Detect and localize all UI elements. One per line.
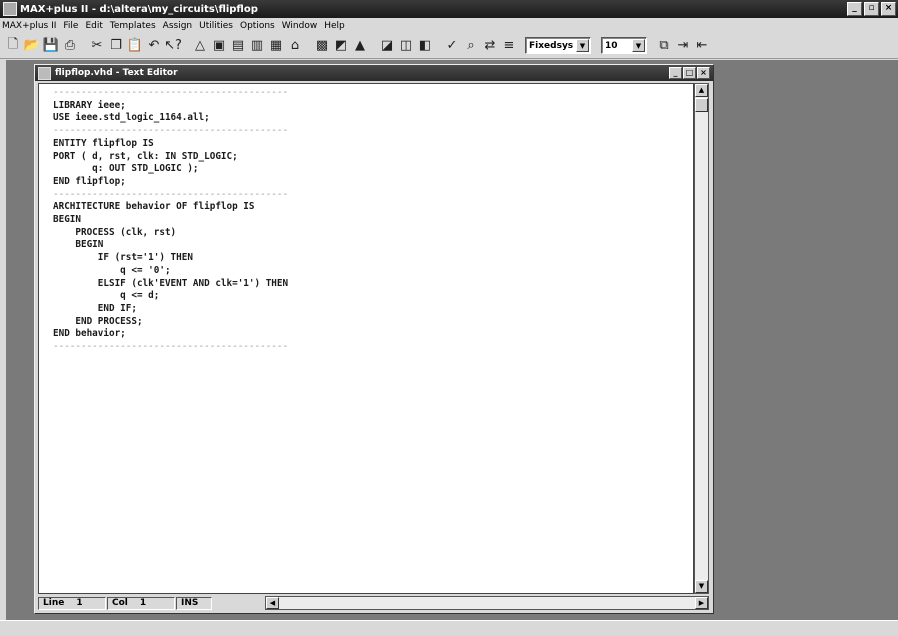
font-select[interactable]: Fixedsys ▼ bbox=[525, 37, 591, 54]
indent-icon[interactable]: ⇥ bbox=[674, 37, 692, 55]
code-line: END behavior; bbox=[53, 328, 126, 340]
floorplan-icon[interactable]: ▩ bbox=[313, 37, 331, 55]
font-icon[interactable]: ≡ bbox=[500, 37, 518, 55]
check-icon[interactable]: ✓ bbox=[443, 37, 461, 55]
menu-options[interactable]: Options bbox=[240, 21, 275, 31]
cut-icon[interactable]: ✂ bbox=[88, 37, 106, 55]
close-button[interactable]: × bbox=[881, 2, 896, 16]
programmer-icon[interactable]: ⌂ bbox=[286, 37, 304, 55]
undo-icon[interactable]: ↶ bbox=[145, 37, 163, 55]
simulate-icon[interactable]: ▤ bbox=[229, 37, 247, 55]
line-indicator: Line 1 bbox=[38, 596, 106, 610]
menu-templates[interactable]: Templates bbox=[110, 21, 156, 31]
scroll-down-icon[interactable]: ▼ bbox=[695, 580, 708, 593]
code-line: END PROCESS; bbox=[53, 315, 143, 327]
replace-icon[interactable]: ⇄ bbox=[481, 37, 499, 55]
open-icon[interactable]: 📂 bbox=[23, 37, 41, 55]
menu-edit[interactable]: Edit bbox=[85, 21, 102, 31]
help-pointer-icon[interactable]: ↖? bbox=[164, 37, 182, 55]
chevron-down-icon[interactable]: ▼ bbox=[632, 39, 645, 52]
line-label: Line bbox=[43, 598, 65, 608]
open-file-icon[interactable]: ◫ bbox=[397, 37, 415, 55]
mdi-workspace: flipflop.vhd - Text Editor _ □ × -------… bbox=[6, 60, 898, 620]
page-icon[interactable]: ⧉ bbox=[655, 37, 673, 55]
save-all-icon[interactable]: ◧ bbox=[416, 37, 434, 55]
symbol-icon[interactable]: ◩ bbox=[332, 37, 350, 55]
code-line: ELSIF (clk'EVENT AND clk='1') THEN bbox=[53, 277, 289, 289]
editor-maximize-button[interactable]: □ bbox=[683, 67, 696, 79]
code-editor[interactable]: ----------------------------------------… bbox=[38, 83, 694, 594]
code-line: ARCHITECTURE behavior OF flipflop IS bbox=[53, 201, 255, 213]
code-line: q <= '0'; bbox=[53, 264, 171, 276]
code-separator-line: ----------------------------------------… bbox=[53, 87, 289, 98]
menu-help[interactable]: Help bbox=[324, 21, 345, 31]
code-line: BEGIN bbox=[53, 214, 81, 226]
scroll-thumb[interactable] bbox=[695, 98, 708, 112]
code-line: q <= d; bbox=[53, 290, 160, 302]
save-icon[interactable]: 💾 bbox=[42, 37, 60, 55]
timing-icon[interactable]: ▥ bbox=[248, 37, 266, 55]
horizontal-scrollbar[interactable]: ◀ ▶ bbox=[265, 596, 709, 610]
document-icon bbox=[38, 66, 51, 80]
col-label: Col bbox=[112, 598, 128, 608]
app-title: MAX+plus II - d:\altera\my_circuits\flip… bbox=[20, 3, 258, 15]
scroll-right-icon[interactable]: ▶ bbox=[695, 597, 708, 609]
toolbar: 🗋 📂 💾 ⎙ ✂ ❐ 📋 ↶ ↖? △ ▣ ▤ ▥ ▦ ⌂ ▩ ◩ ▲ ◪ ◫… bbox=[0, 33, 898, 59]
editor-status-bar: Line 1 Col 1 INS ◀ ▶ bbox=[38, 595, 709, 611]
code-text: ----------------------------------------… bbox=[39, 84, 693, 354]
menu-assign[interactable]: Assign bbox=[163, 21, 192, 31]
code-line: PORT ( d, rst, clk: IN STD_LOGIC; bbox=[53, 150, 238, 162]
chevron-down-icon[interactable]: ▼ bbox=[576, 39, 589, 52]
col-indicator: Col 1 bbox=[107, 596, 175, 610]
mode-label: INS bbox=[181, 598, 199, 608]
code-line: LIBRARY ieee; bbox=[53, 99, 126, 111]
code-line: ENTITY flipflop IS bbox=[53, 137, 154, 149]
code-line: USE ieee.std_logic_1164.all; bbox=[53, 112, 210, 124]
menu-bar: MAX+plus II File Edit Templates Assign U… bbox=[0, 18, 898, 33]
new-file-icon[interactable]: 🗋 bbox=[4, 37, 22, 55]
editor-title: flipflop.vhd - Text Editor bbox=[55, 68, 178, 78]
copy-icon[interactable]: ❐ bbox=[107, 37, 125, 55]
restore-button[interactable]: ▫ bbox=[864, 2, 879, 16]
editor-title-bar: flipflop.vhd - Text Editor _ □ × bbox=[35, 65, 713, 81]
minimize-button[interactable]: _ bbox=[847, 2, 862, 16]
menu-window[interactable]: Window bbox=[282, 21, 318, 31]
find-icon[interactable]: ⌕ bbox=[462, 37, 480, 55]
size-select[interactable]: 10 ▼ bbox=[601, 37, 647, 54]
text-editor-window: flipflop.vhd - Text Editor _ □ × -------… bbox=[34, 64, 714, 614]
code-line: q: OUT STD_LOGIC ); bbox=[53, 163, 199, 175]
vertical-scrollbar[interactable]: ▲ ▼ bbox=[694, 83, 709, 594]
code-separator-line: ----------------------------------------… bbox=[53, 188, 289, 200]
app-icon bbox=[3, 2, 17, 16]
insert-mode-indicator: INS bbox=[176, 596, 212, 610]
code-separator-line: ----------------------------------------… bbox=[53, 341, 289, 353]
code-line: IF (rst='1') THEN bbox=[53, 252, 193, 264]
outdent-icon[interactable]: ⇤ bbox=[693, 37, 711, 55]
scroll-up-icon[interactable]: ▲ bbox=[695, 84, 708, 97]
hierarchy-icon[interactable]: △ bbox=[191, 37, 209, 55]
code-line: PROCESS (clk, rst) bbox=[53, 226, 177, 238]
waveform-icon[interactable]: ▦ bbox=[267, 37, 285, 55]
font-select-value: Fixedsys bbox=[529, 40, 574, 51]
text-icon[interactable]: ▲ bbox=[351, 37, 369, 55]
code-line: END IF; bbox=[53, 302, 137, 314]
app-status-bar bbox=[0, 620, 898, 636]
size-select-value: 10 bbox=[605, 40, 618, 51]
menu-utilities[interactable]: Utilities bbox=[199, 21, 233, 31]
menu-file[interactable]: File bbox=[63, 21, 78, 31]
code-line: BEGIN bbox=[53, 239, 104, 251]
editor-close-button[interactable]: × bbox=[697, 67, 710, 79]
paste-icon[interactable]: 📋 bbox=[126, 37, 144, 55]
print-icon[interactable]: ⎙ bbox=[61, 37, 79, 55]
col-value: 1 bbox=[139, 598, 147, 608]
compile-icon[interactable]: ▣ bbox=[210, 37, 228, 55]
editor-minimize-button[interactable]: _ bbox=[669, 67, 682, 79]
menu-maxplus[interactable]: MAX+plus II bbox=[2, 21, 56, 31]
app-title-bar: MAX+plus II - d:\altera\my_circuits\flip… bbox=[0, 0, 898, 18]
scroll-left-icon[interactable]: ◀ bbox=[266, 597, 279, 609]
code-separator-line: ----------------------------------------… bbox=[53, 125, 289, 137]
graphic-icon[interactable]: ◪ bbox=[378, 37, 396, 55]
line-value: 1 bbox=[76, 598, 83, 608]
code-line: END flipflop; bbox=[53, 175, 126, 187]
